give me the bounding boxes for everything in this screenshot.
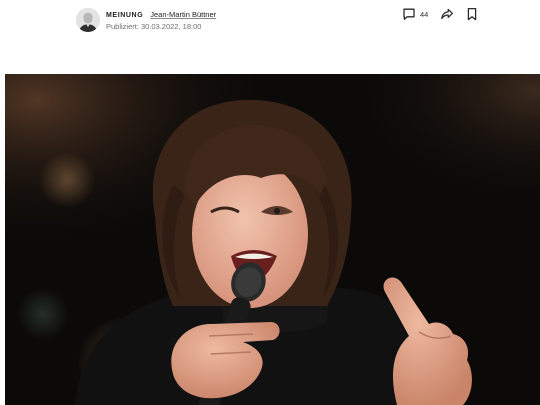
author-link[interactable]: Jean-Martin Büttner [150,9,216,20]
byline-text: MEINUNG Jean-Martin Büttner Publiziert: 3… [106,9,216,32]
opinion-kicker: MEINUNG [106,11,144,19]
article-actions: 44 [402,6,478,22]
publish-date-value: 30.03.2022, 18:00 [140,21,202,31]
byline-row: MEINUNG Jean-Martin Büttner [106,9,216,21]
publish-date: Publiziert: 30.03.2022, 18:00 [106,21,216,32]
author-avatar[interactable] [76,8,100,32]
comment-icon [403,8,415,20]
share-button[interactable] [440,7,454,21]
bookmark-button[interactable] [466,7,478,21]
comments-button[interactable]: 44 [402,7,428,21]
author-avatar-image [76,8,100,32]
bookmark-icon [468,7,477,21]
article-byline: MEINUNG Jean-Martin Büttner Publiziert: 3… [76,6,216,34]
comment-count: 44 [420,9,429,19]
hero-photo [5,74,540,405]
share-icon [441,8,454,20]
publish-date-label: Publiziert: [106,21,139,31]
article-page: MEINUNG Jean-Martin Büttner Publiziert: 3… [0,0,540,405]
hero-image [5,74,540,405]
